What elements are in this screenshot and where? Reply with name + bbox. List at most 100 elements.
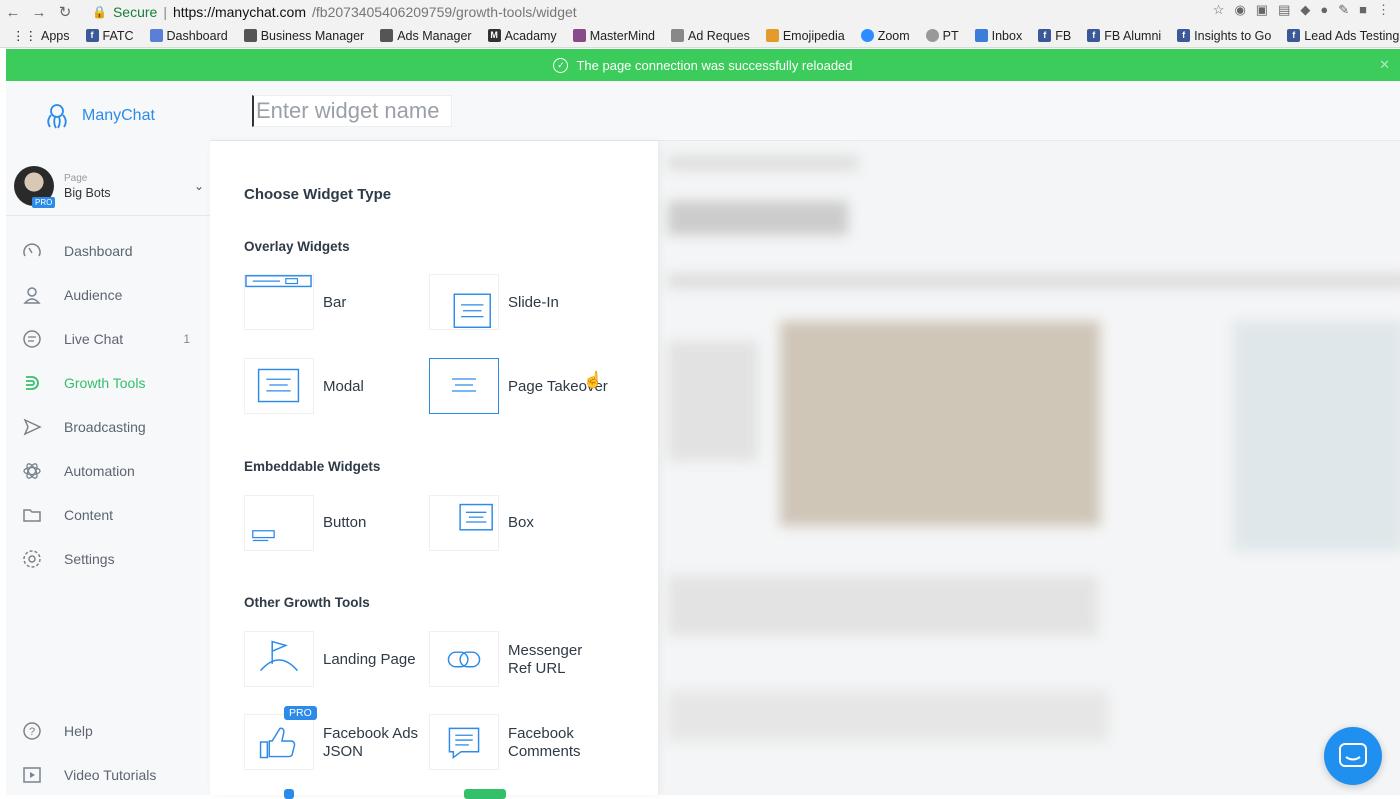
label-line: Facebook Ads — [323, 725, 419, 742]
sidebar-item-growth-tools[interactable]: Growth Tools — [20, 368, 200, 398]
sidebar-item-content[interactable]: Content — [20, 500, 200, 530]
bookmark-dashboard[interactable]: Dashboard — [149, 29, 228, 43]
chat-bubble-icon — [20, 327, 44, 351]
bookmark-fatc[interactable]: f FATC — [85, 29, 134, 43]
label-line: Comments — [508, 743, 581, 760]
box-widget-label[interactable]: Box — [508, 514, 534, 532]
bookmark-pt[interactable]: PT — [925, 29, 959, 43]
chat-icon — [1339, 743, 1367, 767]
blurred-menu — [668, 274, 1400, 288]
facebook-icon: f — [1287, 29, 1301, 42]
extension-icon[interactable]: ■ — [1359, 2, 1367, 18]
extension-icon[interactable]: ◉ — [1234, 2, 1245, 18]
messenger-ref-url-label[interactable]: Messenger Ref URL — [508, 642, 582, 678]
modal-widget-tile[interactable] — [244, 358, 314, 414]
bookmark-acadamy[interactable]: M Acadamy — [487, 29, 557, 43]
send-icon — [20, 415, 44, 439]
chevron-down-icon[interactable]: ⌄ — [194, 179, 204, 193]
facebook-comments-tile[interactable] — [429, 714, 499, 770]
person-icon — [20, 283, 44, 307]
blurred-background — [658, 141, 1400, 795]
bookmark-icon — [380, 29, 394, 42]
pro-tag-partial — [284, 789, 294, 799]
slide-in-widget-tile[interactable] — [429, 274, 499, 330]
bookmark-icon — [243, 29, 257, 42]
banner-message: The page connection was successfully rel… — [576, 57, 853, 73]
sidebar-item-live-chat[interactable]: Live Chat 1 — [20, 324, 200, 354]
sidebar-item-label: Live Chat — [64, 331, 124, 347]
bookmark-mastermind[interactable]: MasterMind — [572, 29, 655, 43]
bookmark-ads-manager[interactable]: Ads Manager — [380, 29, 472, 43]
hand-cursor-icon: ☝ — [583, 372, 603, 389]
reload-icon[interactable]: ↻ — [52, 3, 78, 21]
comment-icon — [448, 727, 480, 759]
landing-page-label[interactable]: Landing Page — [323, 651, 416, 669]
sidebar-item-dashboard[interactable]: Dashboard — [20, 236, 200, 266]
bookmark-insights[interactable]: f Insights to Go — [1177, 29, 1271, 43]
extension-icon[interactable]: ▤ — [1278, 2, 1290, 18]
blurred-text — [668, 341, 758, 461]
modal-widget-label[interactable]: Modal — [323, 378, 364, 396]
bookmark-lead-ads[interactable]: f Lead Ads Testing — [1287, 29, 1399, 43]
bookmark-ad-reques[interactable]: Ad Reques — [670, 29, 750, 43]
sidebar-item-automation[interactable]: Automation — [20, 456, 200, 486]
bookmark-icon — [670, 29, 684, 42]
bookmark-apps[interactable]: ⋮⋮ Apps — [12, 28, 70, 44]
box-widget-tile[interactable] — [429, 495, 499, 551]
label-line: Messenger — [508, 642, 583, 659]
facebook-ads-json-label[interactable]: Facebook Ads JSON — [323, 725, 418, 761]
back-icon[interactable]: ← — [0, 4, 26, 21]
slide-in-widget-icon — [453, 293, 491, 328]
sidebar-item-settings[interactable]: Settings — [20, 544, 200, 574]
bar-widget-icon — [245, 275, 312, 288]
widget-name-input[interactable] — [252, 95, 452, 127]
button-widget-tile[interactable] — [244, 495, 314, 551]
address-bar[interactable]: 🔒 Secure | https://manychat.com/fb207340… — [92, 4, 577, 20]
extension-icon[interactable]: ✎ — [1338, 2, 1349, 18]
page-selector[interactable]: PRO Page Big Bots ⌄ — [14, 157, 210, 215]
sidebar-item-video-tutorials[interactable]: Video Tutorials — [20, 760, 200, 790]
secure-label: Secure — [112, 4, 158, 20]
page-takeover-widget-tile[interactable] — [429, 358, 499, 414]
bar-widget-label[interactable]: Bar — [323, 294, 346, 312]
label-line: Facebook — [508, 725, 574, 742]
sidebar-item-label: Audience — [64, 287, 123, 303]
forward-icon[interactable]: → — [26, 4, 52, 21]
messenger-ref-url-tile[interactable] — [429, 631, 499, 687]
sidebar-item-label: Settings — [64, 551, 115, 567]
blurred-card — [1233, 321, 1400, 551]
help-icon: ? — [20, 719, 44, 743]
facebook-icon: f — [1038, 29, 1052, 42]
button-widget-label[interactable]: Button — [323, 514, 366, 532]
star-icon[interactable]: ☆ — [1213, 2, 1225, 18]
slide-in-widget-label[interactable]: Slide-In — [508, 294, 559, 312]
bar-widget-tile[interactable] — [244, 274, 314, 330]
close-icon[interactable]: ✕ — [1379, 57, 1390, 73]
bookmark-inbox[interactable]: Inbox — [974, 29, 1022, 43]
support-chat-button[interactable] — [1324, 727, 1382, 785]
beta-tag-partial — [464, 789, 506, 799]
svg-text:?: ? — [29, 726, 35, 738]
landing-page-tile[interactable] — [244, 631, 314, 687]
sidebar-item-broadcasting[interactable]: Broadcasting — [20, 412, 200, 442]
bookmark-fb[interactable]: f FB — [1038, 29, 1071, 43]
url-path: /fb207340540620975​9/growth-tools/widget — [312, 4, 577, 20]
panel-title: Choose Widget Type — [244, 186, 392, 203]
sidebar-item-help[interactable]: ? Help — [20, 716, 200, 746]
brand-logo[interactable]: ManyChat — [42, 101, 155, 131]
extension-icon[interactable]: ◆ — [1300, 2, 1310, 18]
sidebar-item-audience[interactable]: Audience — [20, 280, 200, 310]
page-label: Page — [64, 172, 88, 184]
bookmark-emojipedia[interactable]: Emojipedia — [765, 29, 845, 43]
extension-icon[interactable]: ⋮ — [1377, 2, 1390, 18]
section-overlay-widgets: Overlay Widgets — [244, 239, 350, 254]
extension-icon[interactable]: ● — [1320, 2, 1328, 18]
extension-icon[interactable]: ▣ — [1256, 2, 1268, 18]
bookmark-zoom[interactable]: Zoom — [860, 29, 910, 43]
gear-icon — [20, 547, 44, 571]
bookmark-business-manager[interactable]: Business Manager — [243, 29, 364, 43]
bookmark-fb-alumni[interactable]: f FB Alumni — [1087, 29, 1161, 43]
facebook-ads-json-tile[interactable] — [244, 714, 314, 770]
box-widget-icon — [459, 503, 493, 531]
facebook-comments-label[interactable]: Facebook Comments — [508, 725, 581, 761]
